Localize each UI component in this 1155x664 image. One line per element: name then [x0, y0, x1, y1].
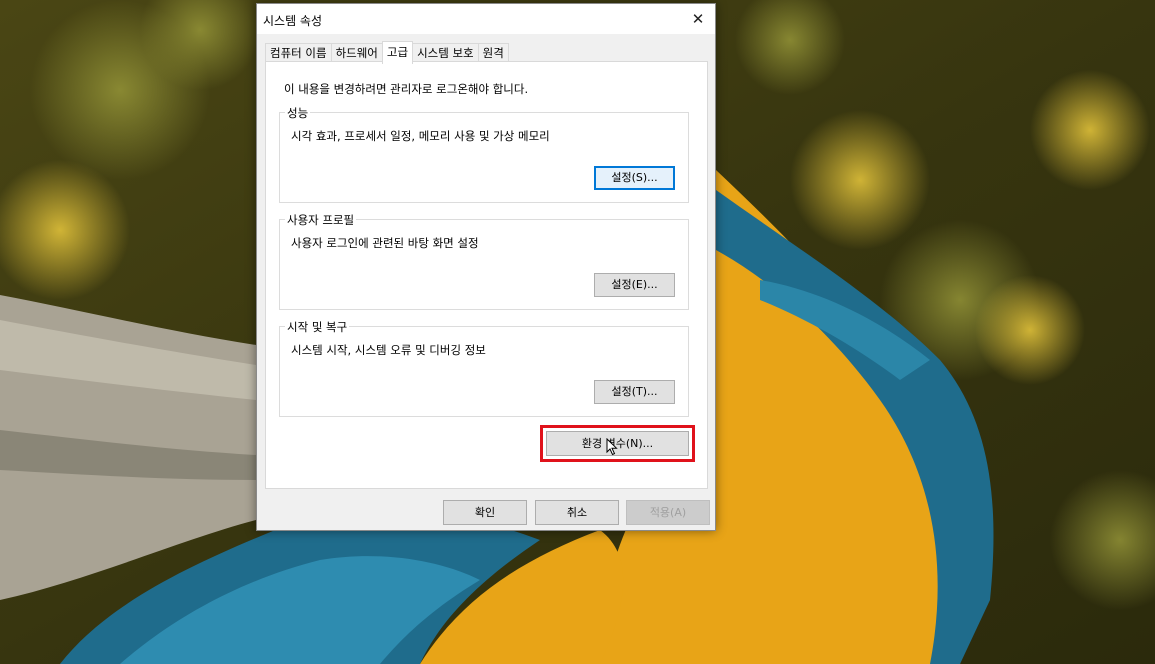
user-profiles-group-title: 사용자 프로필: [285, 212, 357, 228]
startup-recovery-group: 시작 및 복구 시스템 시작, 시스템 오류 및 디버깅 정보 설정(T)...: [279, 319, 689, 417]
startup-recovery-group-title: 시작 및 복구: [285, 319, 350, 335]
startup-recovery-description: 시스템 시작, 시스템 오류 및 디버깅 정보: [291, 343, 486, 357]
cancel-button[interactable]: 취소: [535, 500, 619, 525]
tab-hardware[interactable]: 하드웨어: [330, 43, 383, 63]
performance-group-title: 성능: [285, 105, 311, 121]
tab-system-protection[interactable]: 시스템 보호: [412, 43, 479, 63]
window-title: 시스템 속성: [263, 14, 323, 28]
performance-description: 시각 효과, 프로세서 일정, 메모리 사용 및 가상 메모리: [291, 129, 550, 143]
tab-computer-name[interactable]: 컴퓨터 이름: [265, 43, 332, 63]
apply-button[interactable]: 적용(A): [626, 500, 710, 525]
performance-settings-button[interactable]: 설정(S)...: [594, 166, 675, 190]
user-profiles-settings-button[interactable]: 설정(E)...: [594, 273, 675, 297]
admin-notice: 이 내용을 변경하려면 관리자로 로그온해야 합니다.: [284, 82, 529, 96]
title-bar[interactable]: 시스템 속성 ✕: [257, 4, 715, 34]
performance-group: 성능 시각 효과, 프로세서 일정, 메모리 사용 및 가상 메모리 설정(S)…: [279, 105, 689, 203]
advanced-tab-panel: 이 내용을 변경하려면 관리자로 로그온해야 합니다. 성능 시각 효과, 프로…: [265, 61, 708, 489]
user-profiles-description: 사용자 로그인에 관련된 바탕 화면 설정: [291, 236, 479, 250]
tab-remote[interactable]: 원격: [477, 43, 509, 63]
tab-advanced[interactable]: 고급: [381, 41, 414, 64]
mouse-pointer-icon: [606, 438, 618, 456]
user-profiles-group: 사용자 프로필 사용자 로그인에 관련된 바탕 화면 설정 설정(E)...: [279, 212, 689, 310]
close-icon[interactable]: ✕: [681, 4, 715, 34]
ok-button[interactable]: 확인: [443, 500, 527, 525]
system-properties-dialog: 시스템 속성 ✕ 컴퓨터 이름 하드웨어 고급 시스템 보호 원격 이 내용을 …: [256, 3, 716, 531]
startup-recovery-settings-button[interactable]: 설정(T)...: [594, 380, 675, 404]
tab-strip: 컴퓨터 이름 하드웨어 고급 시스템 보호 원격: [265, 41, 509, 64]
